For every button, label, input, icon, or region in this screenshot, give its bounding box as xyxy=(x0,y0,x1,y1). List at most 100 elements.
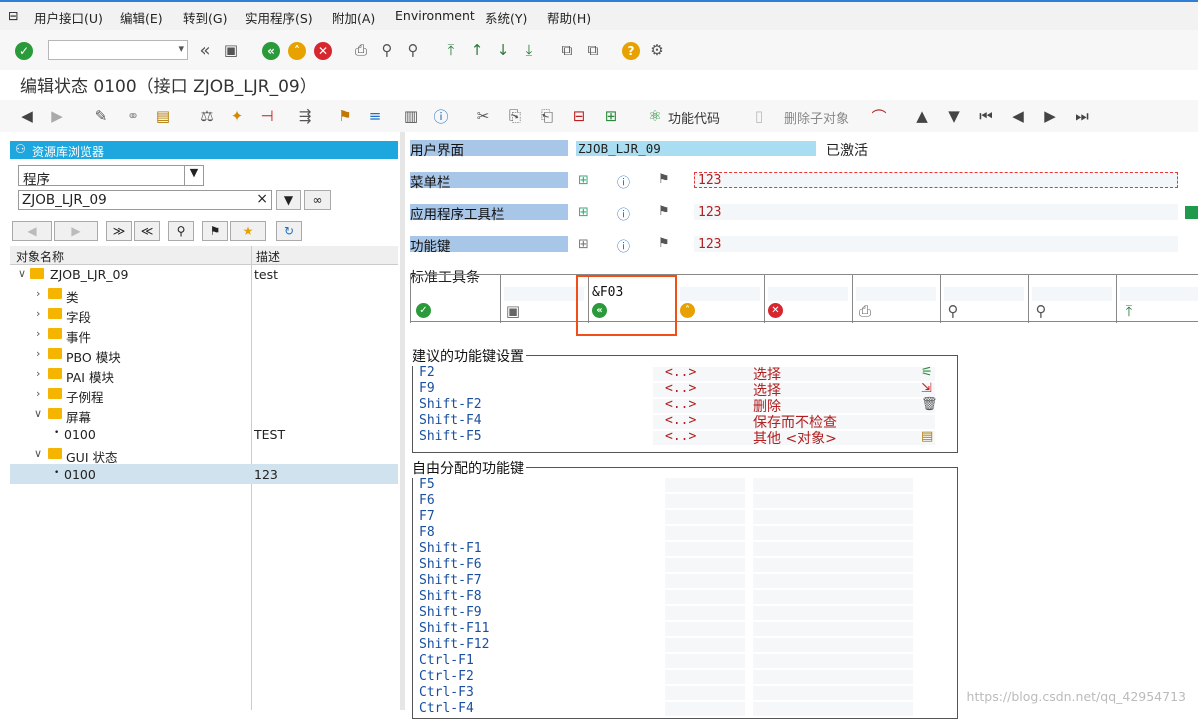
save-icon[interactable]: ▣ xyxy=(504,302,522,320)
menu-edit[interactable]: 编辑(E) xyxy=(120,8,163,27)
free-fkey-code-input[interactable] xyxy=(665,670,745,684)
free-fkey-code-input[interactable] xyxy=(665,654,745,668)
copy-icon[interactable]: ⎘ xyxy=(506,107,524,125)
insert-row-icon[interactable]: ⊞ xyxy=(602,107,620,125)
tree-node-screens[interactable]: ∨ 屏幕 xyxy=(10,404,398,425)
find-binoculars-icon[interactable]: ⚲ xyxy=(168,221,194,241)
std-code-field[interactable] xyxy=(944,287,1024,301)
nav-back-icon[interactable]: ◀ xyxy=(12,221,52,241)
menu-user-interface[interactable]: 用户接口(U) xyxy=(34,8,103,27)
free-fkey-code-input[interactable] xyxy=(665,526,745,540)
tree-node-subroutines[interactable]: › 子例程 xyxy=(10,384,398,405)
fkeys-input[interactable] xyxy=(694,236,1178,252)
expand-all-icon[interactable]: ≫ xyxy=(106,221,132,241)
std-code-field[interactable] xyxy=(1120,287,1198,301)
free-fkey-text-input[interactable] xyxy=(753,526,913,540)
free-fkey-text-input[interactable] xyxy=(753,638,913,652)
first-page-icon[interactable]: ⤒ xyxy=(1120,302,1138,320)
menu-help[interactable]: 帮助(H) xyxy=(547,8,591,27)
delete-sub-object-button[interactable]: 删除子对象 xyxy=(784,108,849,127)
function-code-button[interactable]: 功能代码 xyxy=(668,108,720,127)
tree-node-classes[interactable]: › 类 xyxy=(10,284,398,305)
new-session-icon[interactable]: ⧉ xyxy=(558,41,576,59)
free-fkey-text-input[interactable] xyxy=(753,590,913,604)
free-fkey-code-input[interactable] xyxy=(665,574,745,588)
free-fkey-code-input[interactable] xyxy=(665,494,745,508)
other-object-icon[interactable]: ▤ xyxy=(154,107,172,125)
tree-node-gui-status[interactable]: ∨ GUI 状态 xyxy=(10,444,398,465)
free-fkey-text-input[interactable] xyxy=(753,702,913,716)
info-icon[interactable]: ⓘ xyxy=(432,107,450,126)
triangle-down-icon[interactable]: ▼ xyxy=(945,107,963,125)
menu-system[interactable]: 系统(Y) xyxy=(485,8,527,27)
free-fkey-text-input[interactable] xyxy=(753,542,913,556)
last-icon[interactable]: ⏭ xyxy=(1073,107,1091,125)
tree-node-status-0100-selected[interactable]: • 0100 123 xyxy=(10,464,398,484)
command-field[interactable]: ▾ xyxy=(48,40,188,60)
chevron-right-icon[interactable]: › xyxy=(36,367,40,380)
tree-node-pai[interactable]: › PAI 模块 xyxy=(10,364,398,385)
window-icon[interactable]: ▥ xyxy=(402,107,420,125)
menu-goto[interactable]: 转到(G) xyxy=(183,8,227,27)
info-icon[interactable]: ⓘ xyxy=(617,236,630,255)
chevron-right-icon[interactable]: › xyxy=(36,307,40,320)
display-object-list-icon[interactable]: ≡ xyxy=(366,107,384,125)
hierarchy-icon[interactable]: ⚑ xyxy=(658,204,670,219)
tree-node-screen-0100[interactable]: • 0100 TEST xyxy=(10,424,398,444)
hierarchy-tree-icon[interactable]: ⚑ xyxy=(202,221,228,241)
std-code-field[interactable] xyxy=(856,287,936,301)
exit-icon[interactable]: ˄ xyxy=(288,42,306,60)
free-fkey-text-input[interactable] xyxy=(753,574,913,588)
print-icon[interactable]: ⎙ xyxy=(856,302,874,320)
chevron-right-icon[interactable]: › xyxy=(36,347,40,360)
first-icon[interactable]: ⏮ xyxy=(977,107,995,125)
print-icon[interactable]: ⎙ xyxy=(352,41,370,59)
expand-menubar-icon[interactable]: ⊞ xyxy=(578,173,589,188)
enter-check-icon[interactable]: ✓ xyxy=(15,42,33,60)
info-icon[interactable]: ⓘ xyxy=(617,204,630,223)
shortcut-icon[interactable]: ⧉ xyxy=(584,41,602,59)
tree-node-events[interactable]: › 事件 xyxy=(10,324,398,345)
help-icon[interactable]: ? xyxy=(622,42,640,60)
app-toolbar-input[interactable] xyxy=(694,204,1178,220)
last-page-icon[interactable]: ⤓ xyxy=(520,41,538,59)
std-code-field[interactable] xyxy=(1032,287,1112,301)
tree-node-pbo[interactable]: › PBO 模块 xyxy=(10,344,398,365)
free-fkey-code-input[interactable] xyxy=(665,702,745,716)
chevron-right-icon[interactable]: › xyxy=(36,327,40,340)
favorites-star-icon[interactable]: ★ xyxy=(230,221,266,241)
free-fkey-text-input[interactable] xyxy=(753,494,913,508)
free-fkey-text-input[interactable] xyxy=(753,654,913,668)
display-glasses-icon[interactable]: ∞ xyxy=(304,190,331,210)
next-page-icon[interactable]: ↓ xyxy=(494,41,512,59)
paste-icon[interactable]: ⎗ xyxy=(538,107,556,125)
free-fkey-code-input[interactable] xyxy=(665,510,745,524)
chevron-right-icon[interactable]: › xyxy=(36,287,40,300)
window-menu-icon[interactable]: ⊟ xyxy=(8,8,18,23)
fkey-code[interactable]: <..> xyxy=(665,413,696,428)
free-fkey-code-input[interactable] xyxy=(665,686,745,700)
fkey-code[interactable]: <..> xyxy=(665,365,696,380)
free-fkey-code-input[interactable] xyxy=(665,542,745,556)
object-type-select[interactable]: 程序 ▼ xyxy=(18,165,204,188)
free-fkey-text-input[interactable] xyxy=(753,478,913,492)
find-next-icon[interactable]: ⚲ xyxy=(1032,302,1050,320)
free-fkey-code-input[interactable] xyxy=(665,558,745,572)
activate-wand-icon[interactable]: ✦ xyxy=(228,107,246,125)
expand-toolbar-icon[interactable]: ⊞ xyxy=(578,205,589,220)
back-icon[interactable]: « xyxy=(262,42,280,60)
settings-gear-icon[interactable]: ⚙ xyxy=(648,41,666,59)
active-inactive-icon[interactable]: ⚭ xyxy=(124,107,142,125)
free-fkey-text-input[interactable] xyxy=(753,510,913,524)
cancel-icon[interactable]: ✕ xyxy=(314,42,332,60)
chevron-down-icon[interactable]: ∨ xyxy=(34,407,42,420)
hat-icon[interactable]: ⌒ xyxy=(870,107,888,126)
arrow-left-icon[interactable]: ◀ xyxy=(18,107,36,125)
panel-splitter[interactable] xyxy=(400,132,405,710)
clear-icon[interactable]: × xyxy=(256,191,268,207)
expand-fkeys-icon[interactable]: ⊞ xyxy=(578,237,589,252)
tree-node-program[interactable]: ∨ ZJOB_LJR_09 test xyxy=(10,264,398,284)
free-fkey-text-input[interactable] xyxy=(753,686,913,700)
chevron-right-icon[interactable]: › xyxy=(36,387,40,400)
nav-forward-icon[interactable]: ▶ xyxy=(54,221,98,241)
